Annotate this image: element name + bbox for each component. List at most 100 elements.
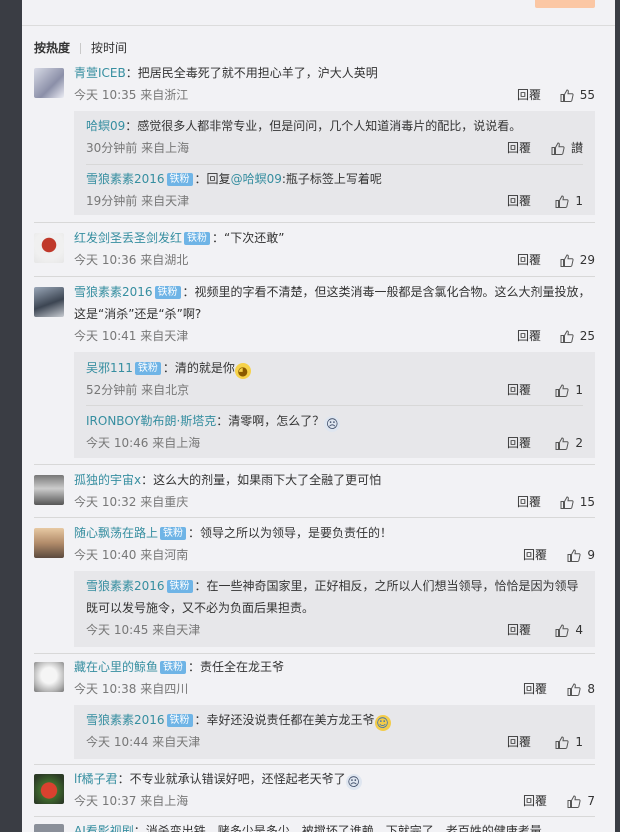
comment-divider bbox=[34, 276, 595, 277]
like-button[interactable]: 1 bbox=[555, 190, 583, 212]
avatar[interactable] bbox=[34, 824, 64, 832]
avatar[interactable] bbox=[34, 68, 64, 98]
comment-divider bbox=[34, 517, 595, 518]
fan-badge: 铁粉 bbox=[160, 661, 187, 674]
avatar[interactable] bbox=[34, 475, 64, 505]
avatar[interactable] bbox=[34, 287, 64, 317]
comment-text: ：把居民全毒死了就不用担心羊了，沪大人英明 bbox=[125, 66, 378, 80]
mention-link[interactable]: @哈螟09 bbox=[231, 172, 282, 186]
comment-username[interactable]: AI看影视剧 bbox=[74, 824, 134, 832]
like-count: 1 bbox=[575, 735, 583, 749]
comment-username[interactable]: 雪狼素素2016 bbox=[74, 285, 153, 299]
reply-button[interactable]: 回覆 bbox=[517, 84, 541, 106]
like-button[interactable]: 25 bbox=[560, 325, 595, 347]
thumbs-up-icon bbox=[555, 623, 569, 637]
comment-meta: 今天 10:41 来自天津 bbox=[74, 329, 189, 343]
reply-username[interactable]: 吴邪111 bbox=[86, 361, 133, 375]
like-button[interactable]: 2 bbox=[555, 432, 583, 454]
reply-meta: 19分钟前 来自天津 bbox=[86, 194, 190, 208]
reply-divider bbox=[86, 164, 583, 165]
reply-button[interactable]: 回覆 bbox=[507, 619, 531, 641]
comment-divider bbox=[34, 464, 595, 465]
sort-by-hot-tab[interactable]: 按热度 bbox=[34, 40, 70, 56]
reply-text: ：在一些神奇国家里，正好相反，之所以人们想当领导，恰恰是因为领导 bbox=[194, 579, 579, 593]
comment-text-line2: 这是“消杀”还是“杀”啊? bbox=[74, 307, 202, 321]
comment-meta: 今天 10:37 来自上海 bbox=[74, 794, 189, 808]
like-button[interactable]: 4 bbox=[555, 619, 583, 641]
reply-text: ：感觉很多人都非常专业，但是问问，几个人知道消毒片的配比，说说看。 bbox=[125, 119, 522, 133]
comments-panel: 按热度 按时间 青萱ICEB：把居民全毒死了就不用担心羊了，沪大人英明 今天 1… bbox=[22, 0, 615, 832]
reply-username[interactable]: 雪狼素素2016 bbox=[86, 579, 165, 593]
comment-meta: 今天 10:35 来自浙江 bbox=[74, 88, 189, 102]
thumbs-up-icon bbox=[555, 735, 569, 749]
reply-meta: 52分钟前 来自北京 bbox=[86, 383, 190, 397]
reply-button[interactable]: 回覆 bbox=[523, 678, 547, 700]
comment-username[interactable]: 随心飘荡在路上 bbox=[74, 526, 158, 540]
sort-divider bbox=[80, 42, 82, 54]
reply-button[interactable]: 回覆 bbox=[507, 432, 531, 454]
reply-meta: 今天 10:44 来自天津 bbox=[86, 735, 201, 749]
sweating-face-emoji-icon: ☺ bbox=[374, 715, 391, 731]
avatar[interactable] bbox=[34, 662, 64, 692]
avatar[interactable] bbox=[34, 233, 64, 263]
like-button[interactable]: 29 bbox=[560, 249, 595, 271]
comment-divider bbox=[34, 653, 595, 654]
reply-button[interactable]: 回覆 bbox=[517, 249, 541, 271]
thumbs-up-icon bbox=[555, 436, 569, 450]
like-button[interactable]: 55 bbox=[560, 84, 595, 106]
reply-button[interactable]: 回覆 bbox=[507, 190, 531, 212]
reply-button[interactable]: 回覆 bbox=[507, 379, 531, 401]
like-button[interactable]: 15 bbox=[560, 491, 595, 513]
reply-button[interactable]: 回覆 bbox=[523, 544, 547, 566]
comment-username[interactable]: 藏在心里的鲸鱼 bbox=[74, 660, 158, 674]
like-count: 4 bbox=[575, 623, 583, 637]
reply-username[interactable]: 雪狼素素2016 bbox=[86, 713, 165, 727]
reply-username[interactable]: IRONBOY勒布朗·斯塔克 bbox=[86, 414, 216, 428]
reply-item: 吴邪111 铁粉 ：清的就是你 ◕ 52分钟前 来自北京 回覆 1 bbox=[86, 357, 583, 401]
like-button[interactable]: 8 bbox=[567, 678, 595, 700]
comment-username[interactable]: 孤独的宇宙x bbox=[74, 473, 141, 487]
like-count: 1 bbox=[575, 383, 583, 397]
comment-meta: 今天 10:32 来自重庆 bbox=[74, 495, 189, 509]
like-count: 25 bbox=[579, 329, 595, 343]
avatar[interactable] bbox=[34, 528, 64, 558]
comment-username[interactable]: 青萱ICEB bbox=[74, 66, 126, 80]
reply-button[interactable]: 回覆 bbox=[517, 491, 541, 513]
comment-text: ：不专业就承认错误好吧，还怪起老天爷了 bbox=[117, 772, 346, 786]
comment-username[interactable]: lf橘子君 bbox=[74, 772, 118, 786]
comment-meta: 今天 10:38 来自四川 bbox=[74, 682, 189, 696]
submit-button[interactable] bbox=[535, 0, 595, 8]
reply-item: 雪狼素素2016 铁粉 ：回复@哈螟09:瓶子标签上写着呢 19分钟前 来自天津 回… bbox=[86, 168, 583, 212]
comment-divider bbox=[34, 816, 595, 817]
reply-username[interactable]: 哈螟09 bbox=[86, 119, 125, 133]
cat-face-emoji-icon: ◕ bbox=[234, 363, 251, 379]
reply-item: 雪狼素素2016 铁粉 ：幸好还没说责任都在美方龙王爷 ☺ 今天 10:44 来自天津… bbox=[86, 709, 583, 753]
reply-thread: 雪狼素素2016 铁粉 ：幸好还没说责任都在美方龙王爷 ☺ 今天 10:44 来自天津… bbox=[74, 705, 595, 759]
comment-text: ：这么大的剂量，如果雨下大了全融了更可怕 bbox=[141, 473, 382, 487]
comment-username[interactable]: 红发剑圣丢圣剑发红 bbox=[74, 231, 182, 245]
reply-button[interactable]: 回覆 bbox=[523, 790, 547, 812]
reply-username[interactable]: 雪狼素素2016 bbox=[86, 172, 165, 186]
sort-by-time-tab[interactable]: 按时间 bbox=[91, 40, 127, 56]
like-button[interactable]: 7 bbox=[567, 790, 595, 812]
thumbs-up-icon bbox=[555, 383, 569, 397]
reply-text-line2: 既可以发号施令，又不必为负面后果担责。 bbox=[86, 601, 315, 615]
reply-text: ：清的就是你 bbox=[162, 361, 235, 375]
comment-text: ：消杀变出铁，赌多少是多少，被搅坏了谁赖，下就完了，老百姓的健康考量 bbox=[133, 824, 542, 832]
thumbs-up-icon bbox=[560, 495, 574, 509]
comment-divider bbox=[34, 222, 595, 223]
shocked-face-emoji-icon: ☹ bbox=[324, 416, 341, 432]
avatar[interactable] bbox=[34, 774, 64, 804]
like-count: 8 bbox=[587, 682, 595, 696]
like-button[interactable]: 9 bbox=[567, 544, 595, 566]
like-button[interactable]: 1 bbox=[555, 731, 583, 753]
reply-button[interactable]: 回覆 bbox=[507, 731, 531, 753]
reply-meta: 今天 10:45 来自天津 bbox=[86, 623, 201, 637]
reply-button[interactable]: 回覆 bbox=[517, 325, 541, 347]
like-button[interactable]: 1 bbox=[555, 379, 583, 401]
fan-badge: 铁粉 bbox=[166, 173, 193, 186]
reply-text: ：清零啊，怎么了？ bbox=[216, 414, 325, 428]
like-button[interactable]: 讃 bbox=[551, 137, 583, 159]
like-count: 2 bbox=[575, 436, 583, 450]
reply-button[interactable]: 回覆 bbox=[507, 137, 531, 159]
